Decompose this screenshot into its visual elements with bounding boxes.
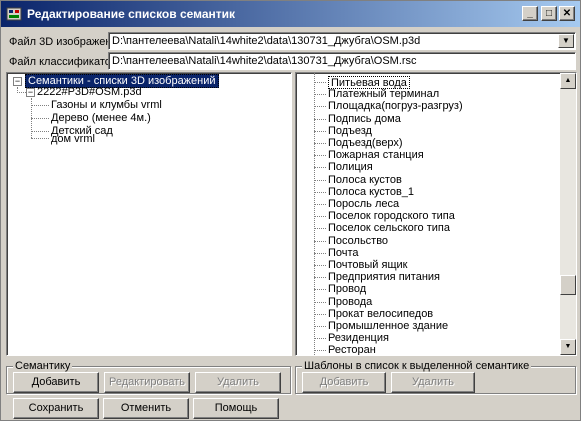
app-icon xyxy=(6,7,22,21)
list-tree-line xyxy=(314,326,326,327)
list-tree-line xyxy=(314,350,326,352)
list-tree-line xyxy=(314,289,326,291)
list-item[interactable]: Промышленное здание xyxy=(328,320,448,333)
vertical-scrollbar[interactable]: ▲ ▼ xyxy=(560,73,576,355)
cancel-button[interactable]: Отменить xyxy=(103,398,189,419)
tree-line xyxy=(31,105,49,106)
list-item[interactable]: Подпись дома xyxy=(328,113,401,126)
tree-line xyxy=(31,118,49,119)
tree-line xyxy=(17,92,26,93)
collapse-icon[interactable]: − xyxy=(26,88,35,97)
list-item[interactable]: Провода xyxy=(328,296,372,309)
close-button[interactable]: ✕ xyxy=(559,6,575,21)
add-template-button[interactable]: Добавить xyxy=(302,372,386,393)
list-tree-line xyxy=(314,167,326,169)
classifier-file-field[interactable]: D:\пантелеева\Natali\14white2\data\13073… xyxy=(108,52,576,70)
list-item[interactable]: Почтовый ящик xyxy=(328,259,407,272)
list-tree-line xyxy=(314,155,326,157)
list-item[interactable]: Поселок городского типа xyxy=(328,210,455,223)
help-button[interactable]: Помощь xyxy=(193,398,279,419)
classifier-file-label: Файл классификатора xyxy=(9,56,124,68)
list-item[interactable]: Подъезд(верх) xyxy=(328,137,403,150)
list-tree-line xyxy=(314,179,326,181)
list-item[interactable]: Поселок сельского типа xyxy=(328,222,450,235)
list-tree-line xyxy=(314,94,326,96)
semantics-group: Семантику Добавить Редактировать Удалить xyxy=(6,360,291,394)
list-tree-line xyxy=(314,338,326,340)
list-tree-line xyxy=(314,277,326,279)
tree-line xyxy=(31,138,49,139)
list-tree-line xyxy=(314,301,326,303)
tree-leaf-node[interactable]: Газоны и клумбы vrml xyxy=(51,99,162,112)
list-item[interactable]: Ресторан xyxy=(328,344,376,355)
list-tree-line xyxy=(314,106,326,108)
image-file-label: Файл 3D изображения xyxy=(9,36,124,48)
list-item[interactable]: Почта xyxy=(328,247,359,260)
list-item[interactable]: Резиденция xyxy=(328,332,389,345)
tree-file-node[interactable]: 2222#P3D#OSM.p3d xyxy=(37,86,142,99)
list-item[interactable]: Прокат велосипедов xyxy=(328,308,433,321)
list-item[interactable]: Пожарная станция xyxy=(328,149,424,162)
list-item[interactable]: Провод xyxy=(328,283,366,296)
delete-template-button[interactable]: Удалить xyxy=(391,372,475,393)
list-item[interactable]: Полоса кустов xyxy=(328,174,402,187)
scroll-thumb[interactable] xyxy=(560,274,576,295)
scroll-down-icon[interactable]: ▼ xyxy=(560,339,576,355)
dialog-window: Редактирование списков семантик _ □ ✕ Фа… xyxy=(0,0,581,421)
list-tree-line xyxy=(314,216,326,218)
collapse-icon[interactable]: − xyxy=(13,77,22,86)
list-tree-line xyxy=(314,73,315,355)
save-button[interactable]: Сохранить xyxy=(13,398,99,419)
list-tree-line xyxy=(314,82,326,83)
semantics-group-title: Семантику xyxy=(13,360,73,372)
semantics-tree[interactable]: − Семантики - списки 3D изображений − 22… xyxy=(6,72,292,356)
list-tree-line xyxy=(314,143,326,144)
tree-leaf-node[interactable]: дом vrml xyxy=(51,133,95,146)
list-tree-line xyxy=(314,265,326,266)
scroll-up-icon[interactable]: ▲ xyxy=(560,73,576,89)
list-tree-line xyxy=(314,204,326,205)
list-tree-line xyxy=(314,313,326,315)
templates-group: Шаблоны в список к выделенной семантике … xyxy=(295,360,576,394)
add-semantic-button[interactable]: Добавить xyxy=(13,372,99,393)
classifier-file-value: D:\пантелеева\Natali\14white2\data\13073… xyxy=(112,55,417,67)
list-tree-line xyxy=(314,240,326,242)
list-item[interactable]: Платежный терминал xyxy=(328,88,439,101)
list-item[interactable]: Поросль леса xyxy=(328,198,399,211)
list-item[interactable]: Предприятия питания xyxy=(328,271,440,284)
list-tree-line xyxy=(314,118,326,120)
image-file-combobox[interactable]: D:\пантелеева\Natali\14white2\data\13073… xyxy=(108,32,576,50)
list-item[interactable]: Площадка(погруз-разгруз) xyxy=(328,100,463,113)
list-tree-line xyxy=(314,191,326,193)
maximize-button[interactable]: □ xyxy=(541,6,557,21)
delete-semantic-button[interactable]: Удалить xyxy=(195,372,281,393)
tree-leaf-node[interactable]: Дерево (менее 4м.) xyxy=(51,112,151,125)
list-item[interactable]: Питьевая вода xyxy=(328,76,410,89)
title-bar[interactable]: Редактирование списков семантик _ □ ✕ xyxy=(1,1,580,27)
edit-semantic-button[interactable]: Редактировать xyxy=(104,372,190,393)
list-tree-line xyxy=(314,252,326,254)
chevron-down-icon[interactable]: ▼ xyxy=(558,34,574,48)
list-tree-line xyxy=(314,228,326,230)
classifier-object-list[interactable]: Питьевая вода Платежный терминал Площадка(… xyxy=(295,72,577,356)
minimize-button[interactable]: _ xyxy=(522,6,538,21)
list-item[interactable]: Посольство xyxy=(328,235,388,248)
image-file-value: D:\пантелеева\Natali\14white2\data\13073… xyxy=(112,35,421,47)
list-item[interactable]: Полоса кустов_1 xyxy=(328,186,414,199)
list-item[interactable]: Подъезд xyxy=(328,125,372,138)
list-tree-line xyxy=(314,130,326,132)
list-item[interactable]: Полиция xyxy=(328,161,373,174)
tree-line xyxy=(31,131,49,132)
templates-group-title: Шаблоны в список к выделенной семантике xyxy=(302,360,532,372)
window-title: Редактирование списков семантик xyxy=(27,7,236,21)
